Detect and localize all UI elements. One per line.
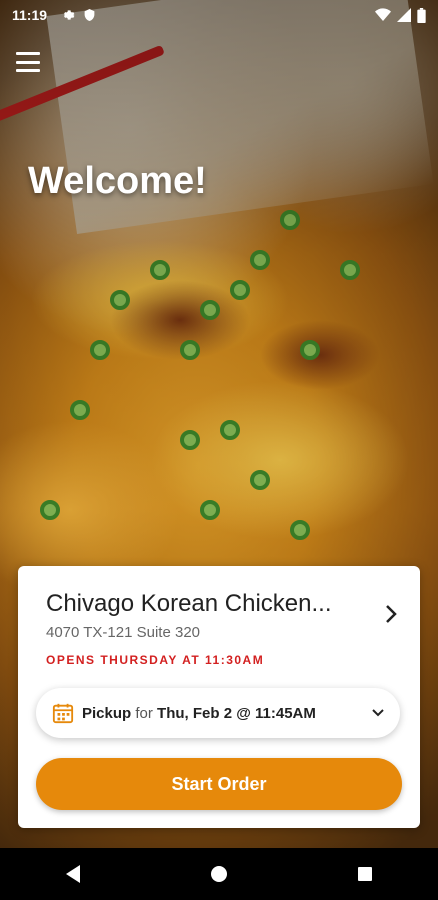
pickup-time-selector[interactable]: Pickup for Thu, Feb 2 @ 11:45AM [36,688,400,738]
store-card: Chivago Korean Chicken... 4070 TX-121 Su… [18,566,420,828]
pickup-summary: Pickup for Thu, Feb 2 @ 11:45AM [82,705,316,722]
store-info[interactable]: Chivago Korean Chicken... 4070 TX-121 Su… [46,590,396,667]
pickup-mode: Pickup [82,704,132,722]
calendar-icon [52,703,74,724]
store-hours-status: OPENS THURSDAY AT 11:30AM [46,653,265,667]
welcome-title: Welcome! [28,160,207,202]
home-button[interactable] [199,854,239,894]
system-nav-bar [0,848,438,900]
pickup-connector: for [135,704,153,722]
status-bar: 11:19 [0,0,438,30]
wifi-icon [375,8,391,21]
store-address: 4070 TX-121 Suite 320 [46,624,201,641]
home-icon [211,866,227,882]
back-icon [66,865,80,883]
signal-icon [397,8,411,22]
battery-icon [417,7,426,23]
recents-button[interactable] [345,854,385,894]
start-order-button[interactable]: Start Order [36,758,402,810]
back-button[interactable] [53,854,93,894]
menu-icon[interactable] [16,52,40,72]
status-time: 11:19 [12,7,48,23]
settings-icon [63,10,75,20]
chevron-down-icon [372,709,384,717]
pickup-datetime: Thu, Feb 2 @ 11:45AM [157,704,316,722]
shield-icon [84,9,95,21]
store-name: Chivago Korean Chicken... [46,590,332,617]
chevron-right-icon[interactable] [384,604,398,624]
recents-icon [358,867,372,881]
